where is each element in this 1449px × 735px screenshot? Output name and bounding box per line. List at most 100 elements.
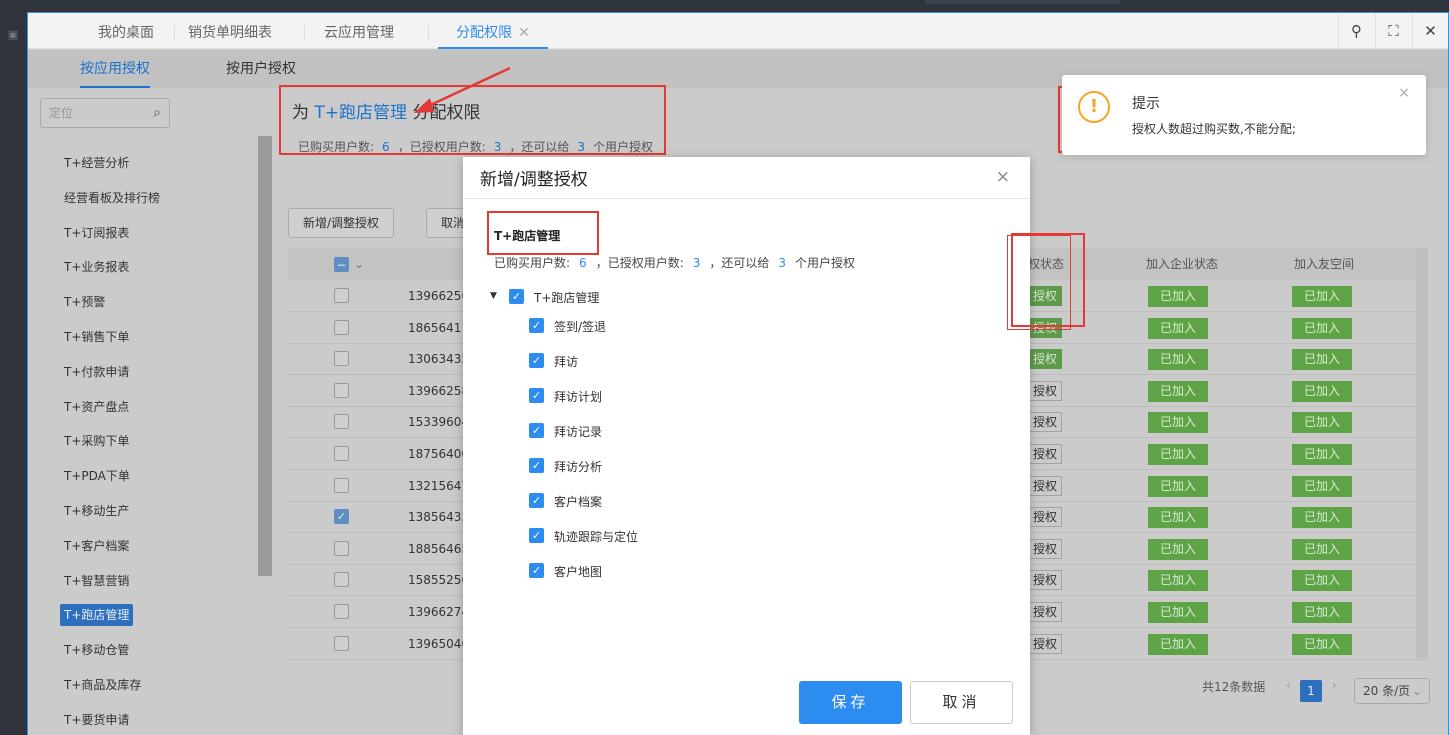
row-auth-button[interactable]: 授权 bbox=[1028, 570, 1063, 591]
select-dropdown-icon[interactable]: ⌄ bbox=[354, 248, 364, 280]
add-adjust-auth-button[interactable]: 新增/调整授权 bbox=[288, 208, 395, 238]
nav-item[interactable]: T+客户档案 bbox=[60, 535, 133, 557]
nav-item[interactable]: T+付款申请 bbox=[60, 361, 133, 383]
tab-cloud-app[interactable]: 云应用管理 bbox=[314, 13, 404, 49]
save-button[interactable]: 保存 bbox=[799, 681, 902, 724]
tree-item-checkbox[interactable]: ✓ bbox=[529, 318, 544, 333]
nav-item[interactable]: T+智慧营销 bbox=[60, 570, 133, 592]
row-space-joined: 已加入 bbox=[1292, 380, 1352, 402]
row-checkbox[interactable] bbox=[334, 604, 349, 619]
row-auth-button[interactable]: 授权 bbox=[1028, 538, 1063, 559]
tree-item-checkbox[interactable]: ✓ bbox=[529, 388, 544, 403]
tab-desktop[interactable]: 我的桌面 bbox=[86, 13, 166, 49]
close-icon-glyph: ✕ bbox=[1424, 22, 1437, 40]
select-all-checkbox[interactable]: − bbox=[334, 257, 349, 272]
row-auth-button[interactable]: 授权 bbox=[1028, 475, 1063, 496]
nav-item[interactable]: T+移动仓管 bbox=[60, 639, 133, 661]
dialog-divider bbox=[463, 198, 1030, 199]
row-checkbox[interactable] bbox=[334, 477, 349, 493]
pager-prev-icon[interactable]: ‹ bbox=[1286, 678, 1291, 692]
row-auth-button[interactable]: 授权 bbox=[1028, 412, 1063, 433]
nav-item[interactable]: T+资产盘点 bbox=[60, 396, 133, 418]
tree-item-checkbox[interactable]: ✓ bbox=[529, 528, 544, 543]
table-scrollbar[interactable] bbox=[1416, 248, 1428, 658]
tree-root-label: T+跑店管理 bbox=[534, 291, 600, 305]
tab-assign-permission[interactable]: 分配权限 ✕ bbox=[438, 13, 548, 49]
row-checkbox[interactable] bbox=[334, 414, 349, 430]
row-checkbox[interactable]: ✓ bbox=[334, 509, 349, 525]
row-enterprise-joined: 已加入 bbox=[1148, 444, 1208, 465]
tree-item-checkbox[interactable]: ✓ bbox=[529, 493, 544, 508]
tree-item-checkbox[interactable]: ✓ bbox=[529, 353, 544, 368]
page-size-select[interactable]: 20 条/页 ⌄ bbox=[1354, 678, 1430, 704]
page-size-value: 20 条/页 bbox=[1363, 684, 1411, 698]
col-space-status: 加入友空间 bbox=[1294, 257, 1355, 271]
subtab-label: 按用户授权 bbox=[226, 61, 296, 77]
row-auth-button[interactable]: 授权 bbox=[1028, 444, 1063, 464]
nav-item[interactable]: T+PDA下单 bbox=[60, 465, 134, 487]
annotation-box-auth-column-inner bbox=[1007, 235, 1071, 330]
nav-item[interactable]: T+采购下单 bbox=[60, 430, 133, 452]
app-icon[interactable]: ▣ bbox=[6, 28, 20, 42]
dialog-title: 新增/调整授权 bbox=[480, 170, 588, 190]
tree-item-checkbox[interactable]: ✓ bbox=[529, 458, 544, 473]
row-account: 13215647 bbox=[408, 478, 470, 493]
nav-item[interactable]: T+业务报表 bbox=[60, 256, 133, 278]
row-checkbox[interactable] bbox=[334, 382, 349, 398]
cancel-button[interactable]: 取消 bbox=[910, 681, 1013, 724]
search-icon[interactable]: ⌕ bbox=[153, 99, 161, 127]
nav-item[interactable]: T+跑店管理 bbox=[60, 604, 134, 627]
row-enterprise-joined: 已加入 bbox=[1148, 317, 1208, 339]
remaining-label: ，还可以给 bbox=[709, 256, 770, 270]
tab-divider bbox=[174, 25, 175, 41]
row-checkbox[interactable] bbox=[334, 446, 349, 461]
row-checkbox[interactable] bbox=[334, 540, 349, 556]
search-icon[interactable]: ⚲ bbox=[1338, 13, 1374, 49]
tree-item-checkbox[interactable]: ✓ bbox=[529, 423, 544, 438]
row-checkbox[interactable] bbox=[334, 572, 349, 588]
tab-sales-detail[interactable]: 销货单明细表 bbox=[180, 13, 280, 49]
row-enterprise-joined: 已加入 bbox=[1148, 412, 1208, 434]
row-checkbox[interactable] bbox=[334, 635, 349, 651]
scrollbar[interactable] bbox=[258, 136, 272, 576]
row-auth-button[interactable]: 授权 bbox=[1028, 507, 1063, 528]
row-checkbox[interactable] bbox=[334, 288, 349, 303]
row-enterprise-joined: 已加入 bbox=[1148, 570, 1208, 592]
window-close-icon[interactable]: ✕ bbox=[1412, 13, 1448, 49]
nav-item[interactable]: T+要货申请 bbox=[60, 709, 133, 731]
tab-divider bbox=[304, 25, 305, 41]
fullscreen-icon[interactable]: ⛶ bbox=[1375, 13, 1411, 49]
pager-page-1[interactable]: 1 bbox=[1300, 680, 1322, 702]
pager-next-icon[interactable]: › bbox=[1332, 678, 1337, 692]
row-checkbox[interactable] bbox=[334, 351, 349, 367]
row-account: 13063435 bbox=[408, 352, 470, 367]
row-auth-button[interactable]: 授权 bbox=[1028, 349, 1063, 370]
tree-item-checkbox[interactable]: ✓ bbox=[529, 563, 544, 578]
warning-icon: ! bbox=[1078, 91, 1110, 123]
row-auth-button[interactable]: 授权 bbox=[1028, 633, 1063, 654]
nav-item[interactable]: T+销售下单 bbox=[60, 326, 133, 348]
nav-item[interactable]: T+经营分析 bbox=[60, 152, 133, 174]
nav-item[interactable]: T+订阅报表 bbox=[60, 222, 133, 244]
row-space-joined: 已加入 bbox=[1292, 570, 1352, 592]
locate-input[interactable]: 定位 ⌕ bbox=[40, 98, 170, 128]
nav-item[interactable]: T+预警 bbox=[60, 291, 109, 313]
row-auth-button[interactable]: 授权 bbox=[1028, 602, 1063, 622]
dialog-close-icon[interactable]: × bbox=[996, 167, 1010, 187]
subtab-by-app[interactable]: 按应用授权 bbox=[80, 50, 150, 88]
tree-root-checkbox[interactable]: ✓ bbox=[509, 289, 524, 304]
subtab-by-user[interactable]: 按用户授权 bbox=[226, 50, 296, 88]
nav-item[interactable]: 经营看板及排行榜 bbox=[60, 187, 164, 209]
row-checkbox[interactable] bbox=[334, 319, 349, 335]
row-account: 18656411 bbox=[408, 320, 470, 335]
tree-expand-icon[interactable]: ▼ bbox=[490, 291, 497, 301]
toast-close-icon[interactable]: × bbox=[1398, 85, 1410, 101]
tree-item-label: 拜访计划 bbox=[554, 390, 603, 404]
top-search-field[interactable] bbox=[925, 0, 1121, 4]
row-enterprise-joined: 已加入 bbox=[1148, 286, 1208, 307]
tab-close-icon[interactable]: ✕ bbox=[518, 25, 530, 41]
row-space-joined: 已加入 bbox=[1292, 602, 1352, 623]
row-auth-button[interactable]: 授权 bbox=[1028, 380, 1063, 401]
nav-item[interactable]: T+移动生产 bbox=[60, 500, 133, 522]
nav-item[interactable]: T+商品及库存 bbox=[60, 674, 145, 696]
